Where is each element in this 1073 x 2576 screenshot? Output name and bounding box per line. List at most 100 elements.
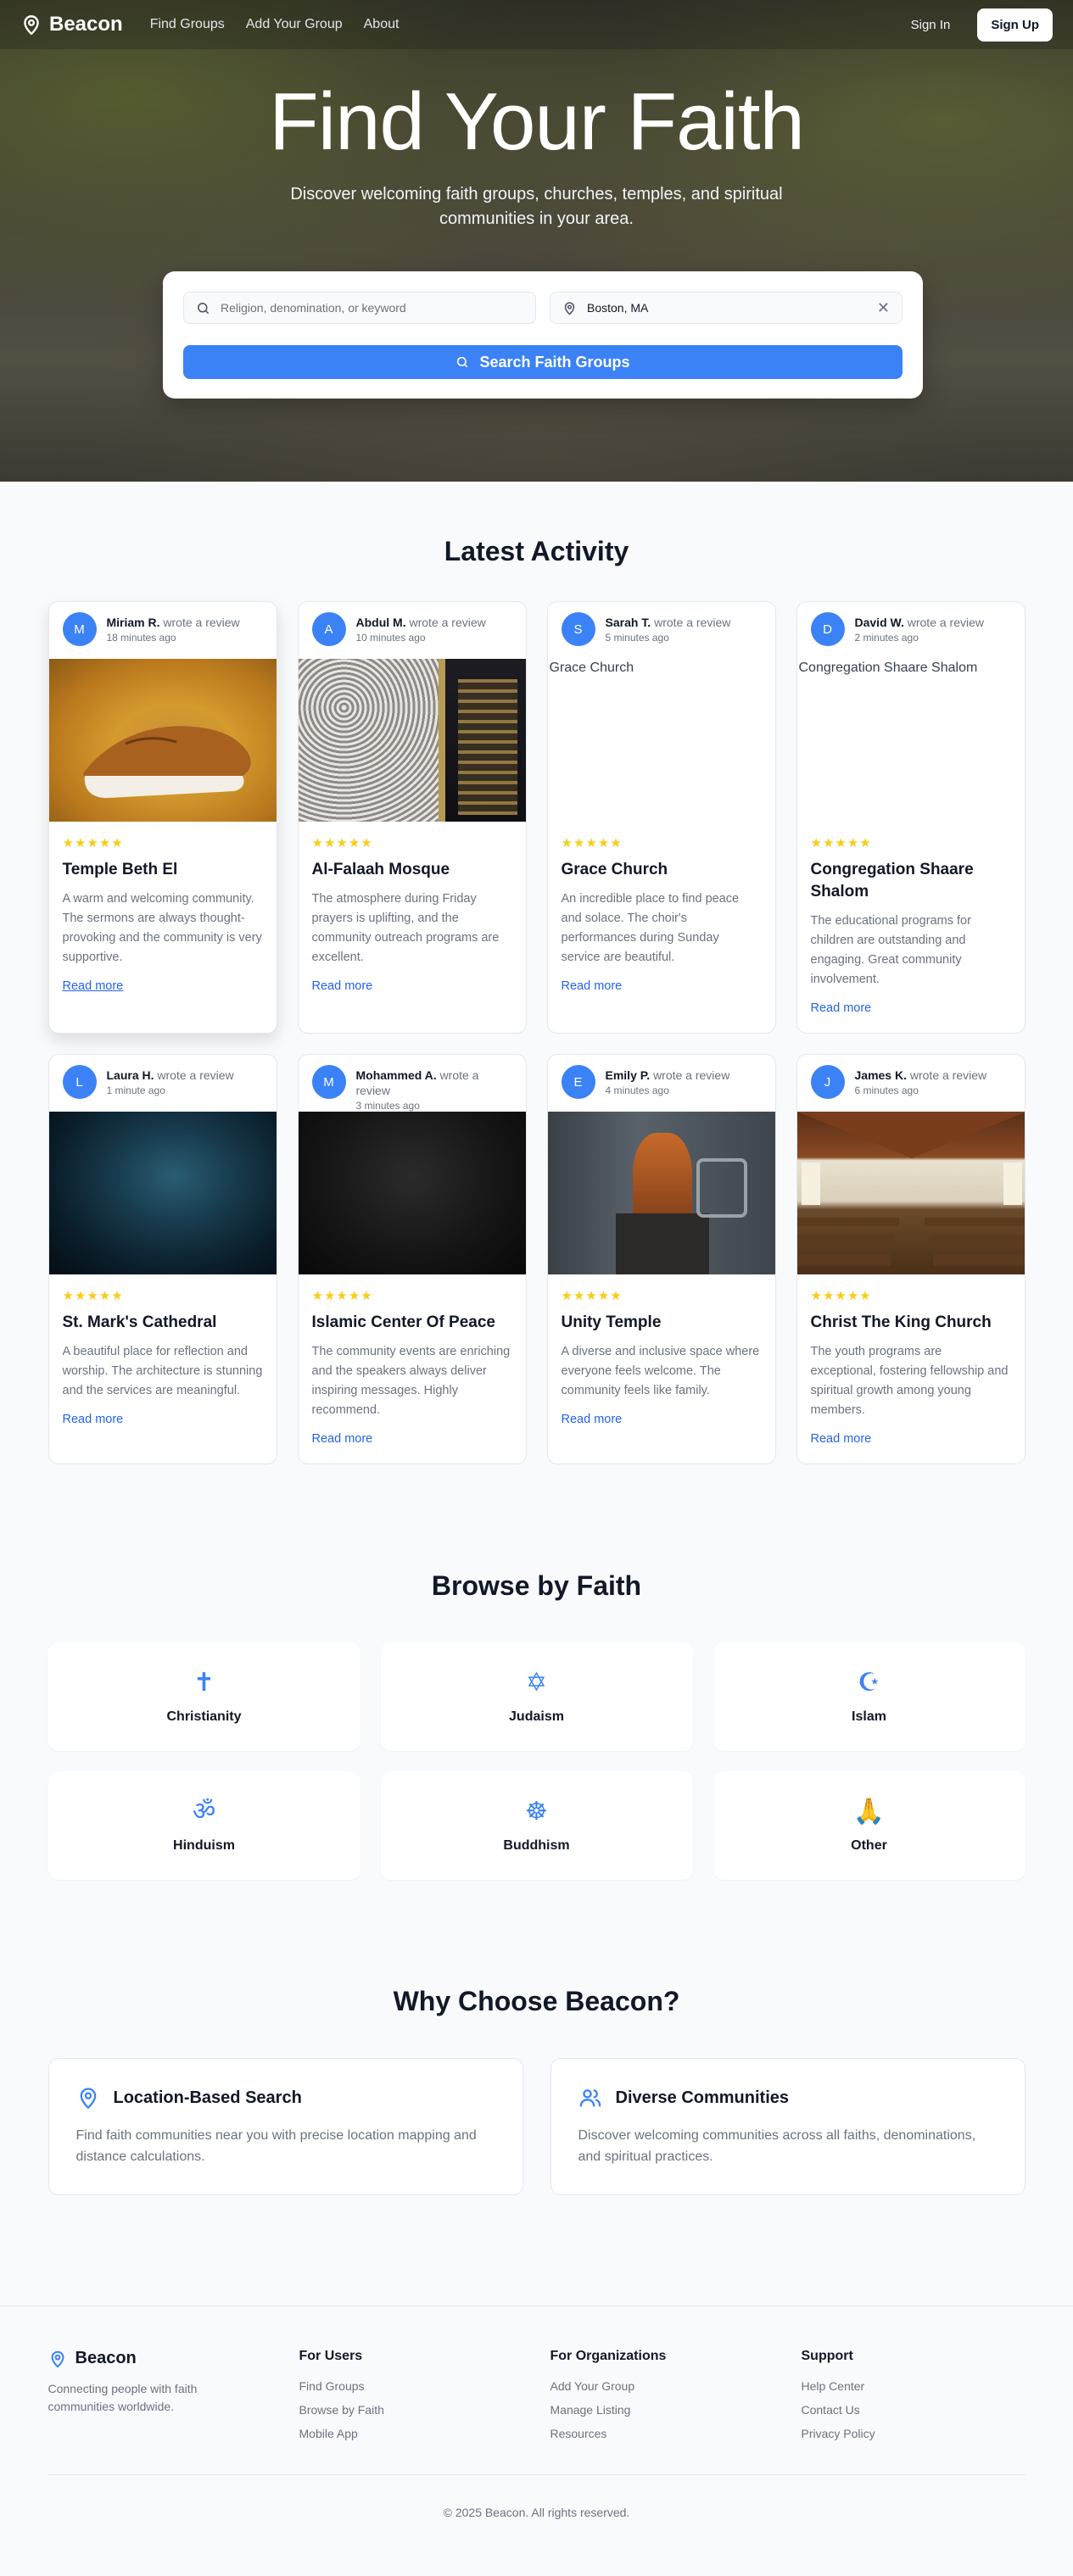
review-card[interactable]: J James K. wrote a review 6 minutes ago … (796, 1054, 1025, 1464)
review-card[interactable]: S Sarah T. wrote a review 5 minutes ago … (546, 601, 776, 1034)
review-card[interactable]: D David W. wrote a review 2 minutes ago … (796, 601, 1025, 1034)
feature-header: Diverse Communities (578, 2086, 998, 2110)
keyword-field[interactable] (183, 292, 536, 324)
review-time: 6 minutes ago (854, 1084, 919, 1096)
group-name: Al-Falaah Mosque (311, 861, 450, 878)
review-card[interactable]: L Laura H. wrote a review 1 minute ago ★… (48, 1054, 277, 1464)
faith-grid: ✝ Christianity ✡ Judaism ☪ Islam ॐ Hindu… (48, 1642, 1025, 1880)
review-text: The atmosphere during Friday prayers is … (311, 892, 500, 964)
reviewer-name: Miriam R. (106, 616, 160, 629)
footer-link-browse-faith[interactable]: Browse by Faith (299, 2403, 550, 2417)
footer-columns: Beacon Connecting people with faith comm… (48, 2349, 1025, 2440)
rating-stars: ★★★★★ (810, 1289, 872, 1303)
avatar: L (62, 1065, 97, 1099)
keyword-input[interactable] (221, 301, 523, 315)
footer-link-find-groups[interactable]: Find Groups (299, 2379, 550, 2393)
review-card[interactable]: A Abdul M. wrote a review 10 minutes ago… (297, 601, 527, 1034)
read-more-link[interactable]: Read more (312, 1432, 373, 1446)
read-more-link[interactable]: Read more (63, 979, 124, 993)
avatar: M (62, 612, 97, 646)
footer-link-help-center[interactable]: Help Center (802, 2379, 1025, 2393)
review-text: An incredible place to find peace and so… (561, 892, 740, 964)
avatar: S (561, 612, 595, 646)
review-body: ★★★★★ Islamic Center Of Peace The commun… (299, 1274, 526, 1464)
search-icon (457, 356, 468, 368)
reviewer-info: Mohammed A. wrote a review 3 minutes ago (355, 1065, 512, 1112)
read-more-link[interactable]: Read more (312, 979, 373, 993)
reviewer-info: Sarah T. wrote a review 5 minutes ago (606, 612, 731, 649)
hero-content: Find Your Faith Discover welcoming faith… (0, 49, 1073, 231)
sign-in-link[interactable]: Sign In (911, 18, 951, 32)
read-more-link[interactable]: Read more (63, 1413, 124, 1426)
review-body: ★★★★★ Christ The King Church The youth p… (797, 1274, 1025, 1464)
review-text: The educational programs for children ar… (810, 914, 971, 986)
review-header: D David W. wrote a review 2 minutes ago (797, 602, 1025, 659)
brand-logo[interactable]: Beacon (20, 13, 123, 36)
broken-image: Congregation Shaare Shalom (796, 659, 1025, 822)
footer-column-support: Support Help Center Contact Us Privacy P… (802, 2349, 1025, 2440)
nav-link-find-groups[interactable]: Find Groups (150, 17, 225, 32)
browse-by-faith-section: Browse by Faith ✝ Christianity ✡ Judaism… (0, 1464, 1073, 1880)
why-choose-section: Why Choose Beacon? Location-Based Search… (0, 1880, 1073, 2306)
review-header: L Laura H. wrote a review 1 minute ago (49, 1055, 277, 1112)
dark-sky-photo (48, 1112, 277, 1274)
footer-link-manage-listing[interactable]: Manage Listing (550, 2403, 802, 2417)
group-name: St. Mark's Cathedral (62, 1313, 217, 1331)
read-more-link[interactable]: Read more (562, 1413, 623, 1426)
activity-title: Latest Activity (444, 536, 629, 566)
location-field[interactable]: ✕ (550, 292, 903, 324)
users-icon (579, 2089, 601, 2107)
reviewer-name: Mohammed A. (355, 1068, 437, 1082)
faith-card-judaism[interactable]: ✡ Judaism (380, 1642, 693, 1751)
footer-link-contact-us[interactable]: Contact Us (802, 2403, 1025, 2417)
rating-stars: ★★★★★ (62, 1289, 124, 1303)
feature-title: Diverse Communities (615, 2088, 790, 2107)
review-card[interactable]: E Emily P. wrote a review 4 minutes ago … (546, 1054, 776, 1464)
search-icon (198, 302, 209, 314)
cross-icon: ✝ (193, 1669, 215, 1697)
faith-card-hinduism[interactable]: ॐ Hinduism (48, 1771, 360, 1880)
faith-card-christianity[interactable]: ✝ Christianity (48, 1642, 360, 1751)
footer-link-mobile-app[interactable]: Mobile App (299, 2427, 550, 2440)
location-input[interactable] (587, 301, 867, 315)
footer-brand[interactable]: Beacon (48, 2349, 299, 2368)
read-more-link[interactable]: Read more (811, 1001, 872, 1015)
reviewer-info: Laura H. wrote a review 1 minute ago (107, 1065, 234, 1101)
search-button[interactable]: Search Faith Groups (183, 345, 903, 379)
review-text: The community events are enriching and t… (311, 1345, 511, 1417)
review-card[interactable]: M Mohammed A. wrote a review 3 minutes a… (297, 1054, 527, 1464)
review-header: M Mohammed A. wrote a review 3 minutes a… (299, 1055, 526, 1112)
review-text: A warm and welcoming community. The serm… (62, 892, 262, 964)
nav-links: Find Groups Add Your Group About (150, 17, 400, 32)
mosque-crowd-photo (298, 659, 526, 822)
hero-section: Beacon Find Groups Add Your Group About … (0, 0, 1073, 482)
group-name: Congregation Shaare Shalom (810, 861, 974, 900)
review-text: A diverse and inclusive space where ever… (561, 1345, 760, 1397)
sign-up-button[interactable]: Sign Up (977, 8, 1053, 42)
dark-texture-photo (298, 1112, 526, 1274)
review-time: 1 minute ago (106, 1084, 165, 1096)
footer-link-add-group[interactable]: Add Your Group (550, 2379, 802, 2393)
faith-card-islam[interactable]: ☪ Islam (713, 1642, 1025, 1751)
faith-label: Christianity (166, 1709, 242, 1724)
read-more-link[interactable]: Read more (811, 1432, 872, 1446)
review-header: J James K. wrote a review 6 minutes ago (797, 1055, 1025, 1112)
review-action: wrote a review (163, 616, 240, 629)
nav-link-add-group[interactable]: Add Your Group (246, 17, 343, 32)
review-card[interactable]: M Miriam R. wrote a review 18 minutes ag… (48, 601, 277, 1034)
review-time: 18 minutes ago (106, 632, 176, 644)
review-header: M Miriam R. wrote a review 18 minutes ag… (49, 602, 277, 659)
clear-location-icon[interactable]: ✕ (877, 300, 890, 315)
footer-heading: For Organizations (550, 2349, 667, 2363)
reviewer-info: Abdul M. wrote a review 10 minutes ago (356, 612, 486, 649)
faith-card-buddhism[interactable]: ☸ Buddhism (380, 1771, 693, 1880)
rating-stars: ★★★★★ (561, 836, 623, 850)
nav-link-about[interactable]: About (364, 17, 400, 32)
footer-link-resources[interactable]: Resources (550, 2427, 802, 2440)
faith-card-other[interactable]: 🙏 Other (713, 1771, 1025, 1880)
read-more-link[interactable]: Read more (562, 979, 623, 993)
footer-link-privacy-policy[interactable]: Privacy Policy (802, 2427, 1025, 2440)
search-fields: ✕ (183, 292, 903, 324)
review-text: The youth programs are exceptional, fost… (810, 1345, 1009, 1417)
rating-stars: ★★★★★ (561, 1289, 623, 1303)
